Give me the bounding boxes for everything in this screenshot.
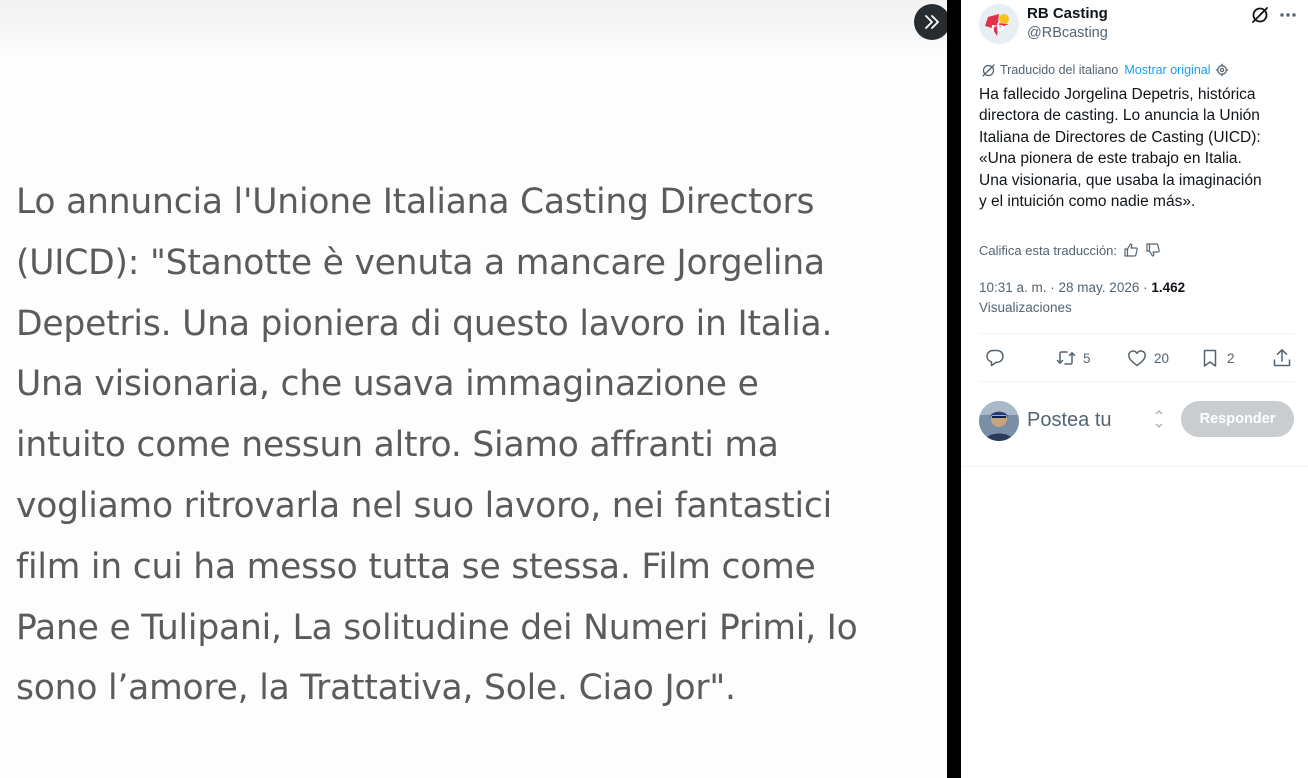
author-avatar[interactable]: rb — [979, 4, 1019, 44]
photo-text-line: Una visionaria, che usava immaginazione … — [16, 364, 759, 405]
rate-translation: Califica esta traducción: — [979, 240, 1161, 260]
meta-line-1: 10:31 a. m. · 28 may. 2026 · 1.462 — [979, 278, 1299, 298]
photo-text: Lo annuncia l'Unione Italiana Casting Di… — [16, 172, 916, 719]
show-original-link[interactable]: Mostrar original — [1124, 63, 1210, 77]
translate-icon — [982, 63, 995, 77]
photo-text-line: vogliamo ritrovarla nel suo lavoro, nei … — [16, 485, 833, 526]
user-avatar-image — [979, 401, 1019, 441]
author-handle[interactable]: @RBcasting — [1027, 25, 1108, 41]
tweet-actions: 5 20 2 — [979, 336, 1297, 380]
photo-text-line: film in cui ha messo tutta se stessa. Fi… — [16, 546, 816, 587]
author-name[interactable]: RB Casting — [1027, 5, 1108, 22]
like-count: 20 — [1154, 350, 1170, 366]
up-down-arrows-icon — [1155, 410, 1163, 428]
reply-input[interactable]: Postea tu — [1027, 406, 1147, 434]
share-icon — [1273, 349, 1291, 367]
panel-divider — [947, 0, 961, 778]
photo-text-line: (UICD): "Stanotte è venuta a mancare Jor… — [16, 242, 825, 283]
bookmark-count: 2 — [1227, 350, 1235, 366]
tweet-meta: 10:31 a. m. · 28 may. 2026 · 1.462 Visua… — [979, 278, 1299, 318]
user-avatar[interactable] — [979, 401, 1019, 441]
bookmark-icon — [1203, 349, 1217, 367]
divider-line — [979, 381, 1295, 382]
tweet-panel: rb RB Casting @RBcasting Traducido del i… — [961, 0, 1308, 778]
more-horizontal-icon — [1280, 13, 1296, 17]
double-chevron-right-icon — [925, 15, 939, 29]
tweet-text-line: Una visionaria, que usaba la imaginación — [979, 171, 1262, 189]
image-viewer: Lo annuncia l'Unione Italiana Casting Di… — [0, 0, 947, 778]
tweet-text: Ha fallecido Jorgelina Depetris, históri… — [979, 84, 1301, 212]
settings-gear-icon[interactable] — [1215, 63, 1229, 77]
divider-line — [961, 466, 1308, 467]
views-label: Visualizaciones — [979, 300, 1072, 315]
tweet-text-line: Italiana de Directores de Casting (UICD)… — [979, 128, 1261, 146]
retweet-button[interactable]: 5 — [1055, 347, 1091, 369]
svg-text:rb: rb — [991, 21, 1004, 34]
retweet-icon — [1056, 351, 1076, 365]
photo-text-line: Lo annuncia l'Unione Italiana Casting Di… — [16, 182, 815, 222]
reply-input-scroll-arrows[interactable] — [1153, 405, 1165, 433]
tweet-text-line: directora de casting. Lo anuncia la Unió… — [979, 107, 1260, 125]
photo-text-line: intuito come nessun altro. Siamo affrant… — [16, 425, 779, 466]
viewer-top-shade — [0, 0, 947, 60]
reply-button[interactable] — [984, 347, 1006, 369]
rate-translation-label: Califica esta traducción: — [979, 242, 1118, 258]
tweet-text-line: Ha fallecido Jorgelina Depetris, históri… — [979, 86, 1256, 103]
like-button[interactable]: 20 — [1126, 347, 1169, 369]
grok-icon — [1252, 7, 1268, 23]
retweet-count: 5 — [1083, 350, 1091, 366]
photo-text-line: Pane e Tulipani, La solitudine dei Numer… — [16, 607, 858, 648]
tweet-text-line: «Una pionera de este trabajo en Italia. — [979, 150, 1242, 168]
divider-line — [979, 333, 1295, 334]
tweet-timestamp[interactable]: 10:31 a. m. · 28 may. 2026 · — [979, 280, 1148, 295]
translated-label: Traducido del italiano — [1000, 63, 1119, 77]
more-options-button[interactable] — [1277, 5, 1299, 25]
tweet-text-line: y el intuición como nadie más». — [979, 193, 1196, 211]
share-button[interactable] — [1271, 347, 1293, 369]
reply-icon — [986, 349, 1004, 367]
photo-text-line: Depetris. Una pioniera di questo lavoro … — [16, 303, 833, 344]
thumbs-up-icon[interactable] — [1123, 242, 1139, 258]
grok-button[interactable] — [1250, 5, 1270, 25]
views-count: 1.462 — [1151, 280, 1186, 295]
photo-text-line: sono l’amore, la Trattativa, Sole. Ciao … — [16, 668, 736, 709]
expand-panel-button[interactable] — [914, 4, 947, 40]
reply-submit-button[interactable]: Responder — [1181, 401, 1294, 437]
translation-notice: Traducido del italiano Mostrar original — [981, 61, 1229, 79]
rb-casting-logo: rb — [979, 4, 1019, 44]
heart-icon — [1128, 350, 1146, 367]
thumbs-down-icon[interactable] — [1145, 242, 1161, 258]
bookmark-button[interactable]: 2 — [1199, 347, 1235, 369]
